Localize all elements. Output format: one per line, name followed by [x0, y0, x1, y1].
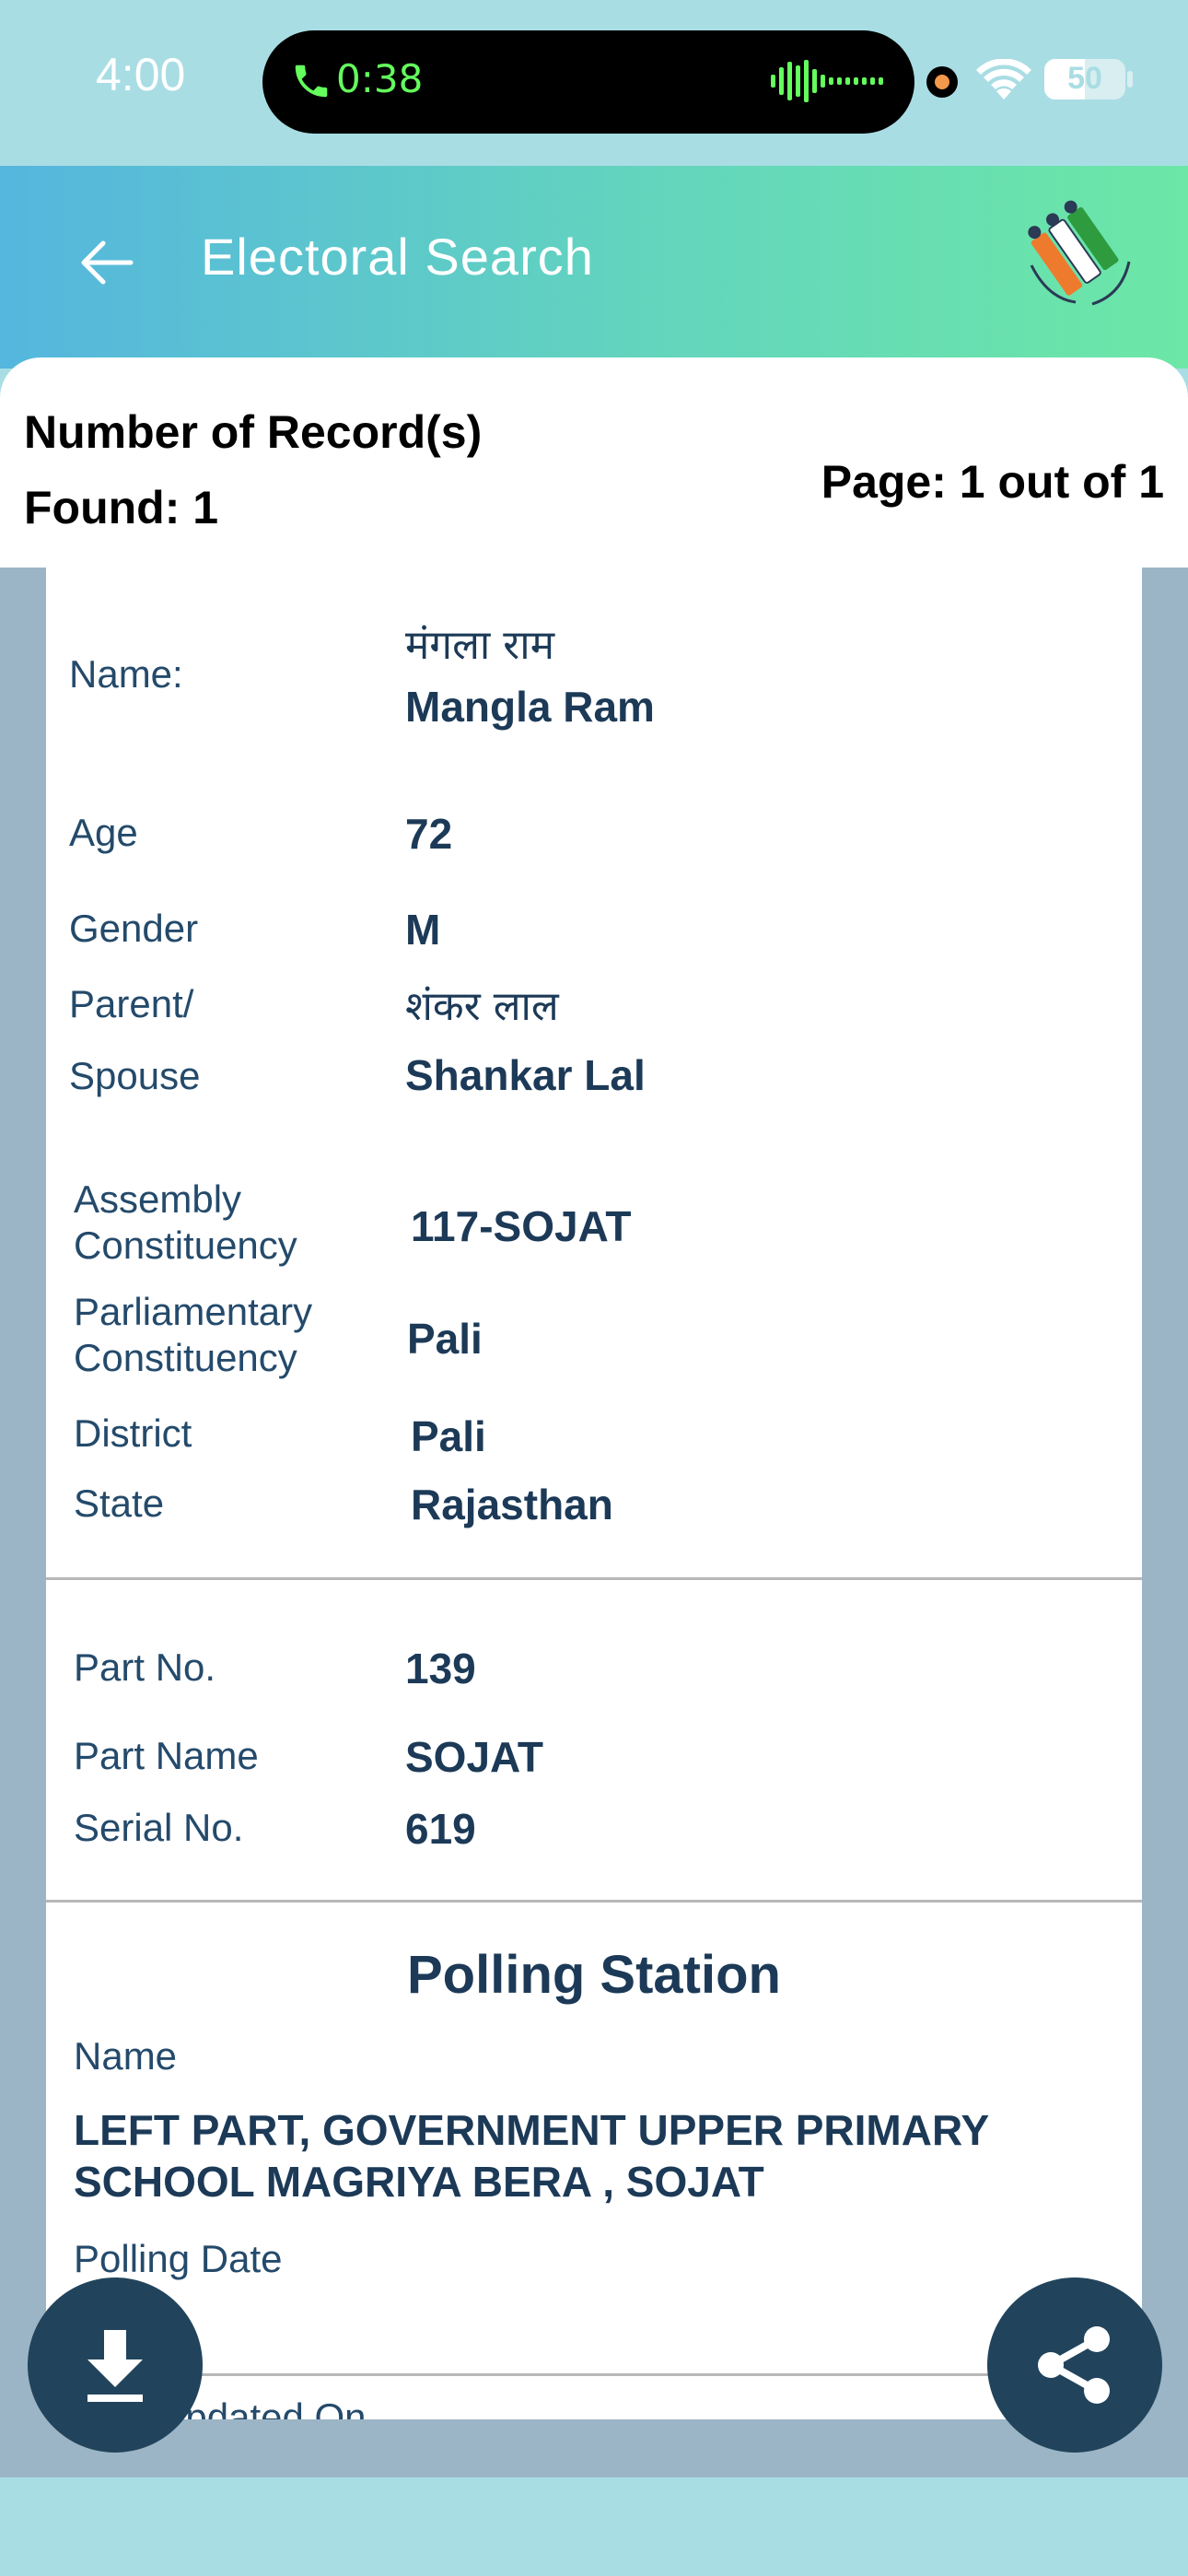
part-name-value: SOJAT — [405, 1733, 543, 1781]
part-no-label: Part No. — [74, 1645, 216, 1689]
part-name-label: Part Name — [74, 1734, 259, 1777]
records-panel: Number of Record(s) Found: 1 Page: 1 out… — [0, 357, 1188, 568]
state-label: State — [74, 1481, 165, 1525]
camera-dot-icon — [926, 66, 958, 98]
record-count-label: Number of Record(s) — [24, 406, 483, 458]
age-label: Age — [69, 811, 138, 854]
spouse-label: Spouse — [69, 1054, 201, 1097]
download-button[interactable] — [28, 2277, 203, 2453]
gender-label: Gender — [69, 907, 199, 950]
dynamic-island[interactable]: 0:38 — [262, 30, 914, 134]
status-time: 4:00 — [96, 49, 186, 100]
share-icon — [1038, 2326, 1110, 2404]
bottom-bar — [0, 2477, 1188, 2576]
section-divider — [46, 1900, 1142, 1903]
record-count-value: Found: 1 — [24, 482, 219, 533]
battery-cap — [1127, 71, 1133, 88]
section-divider — [46, 1577, 1142, 1580]
parent-value: Shankar Lal — [405, 1051, 646, 1099]
age-value: 72 — [405, 810, 453, 858]
assembly-value: 117-SOJAT — [411, 1202, 632, 1250]
parent-label: Parent/ — [69, 982, 194, 1025]
name-label: Name: — [69, 652, 183, 696]
audio-wave-icon — [771, 60, 883, 102]
polling-date-label: Polling Date — [74, 2237, 283, 2280]
share-button[interactable] — [987, 2277, 1162, 2453]
page-title: Electoral Search — [201, 228, 594, 286]
state-value: Rajasthan — [411, 1481, 613, 1528]
parent-hindi: शंकर लाल — [405, 983, 559, 1030]
download-icon — [87, 2330, 143, 2402]
assembly-label-1: Assembly — [74, 1177, 242, 1221]
app-header: Electoral Search — [0, 166, 1188, 369]
parliamentary-label-1: Parliamentary — [74, 1290, 313, 1333]
eci-logo — [1028, 200, 1131, 306]
parliamentary-label-2: Constituency — [74, 1336, 297, 1379]
assembly-label-2: Constituency — [74, 1224, 297, 1267]
phone-icon — [295, 64, 328, 98]
voter-card[interactable]: Name: मंगला राम Mangla Ram Age 72 Gender… — [46, 568, 1142, 2419]
polling-station-name-label: Name — [74, 2034, 178, 2078]
part-no-value: 139 — [405, 1645, 476, 1692]
call-duration: 0:38 — [336, 56, 424, 101]
serial-no-label: Serial No. — [74, 1806, 244, 1849]
arrow-left-icon[interactable] — [74, 230, 138, 295]
polling-station-name: LEFT PART, GOVERNMENT UPPER PRIMARY SCHO… — [74, 2106, 989, 2206]
wifi-icon — [976, 59, 1031, 100]
section-divider — [46, 2373, 1142, 2376]
gender-value: M — [405, 906, 441, 954]
parliamentary-value: Pali — [407, 1315, 483, 1363]
name-value: Mangla Ram — [405, 683, 655, 731]
district-label: District — [74, 1411, 192, 1455]
district-value: Pali — [411, 1412, 486, 1460]
battery-icon: 50 — [1044, 59, 1125, 100]
serial-no-value: 619 — [405, 1805, 476, 1853]
status-bar: 4:00 0:38 50 — [0, 0, 1188, 166]
name-hindi: मंगला राम — [405, 622, 555, 669]
page-indicator: Page: 1 out of 1 — [821, 456, 1164, 508]
polling-station-title: Polling Station — [407, 1945, 781, 2005]
battery-level: 50 — [1067, 61, 1102, 96]
